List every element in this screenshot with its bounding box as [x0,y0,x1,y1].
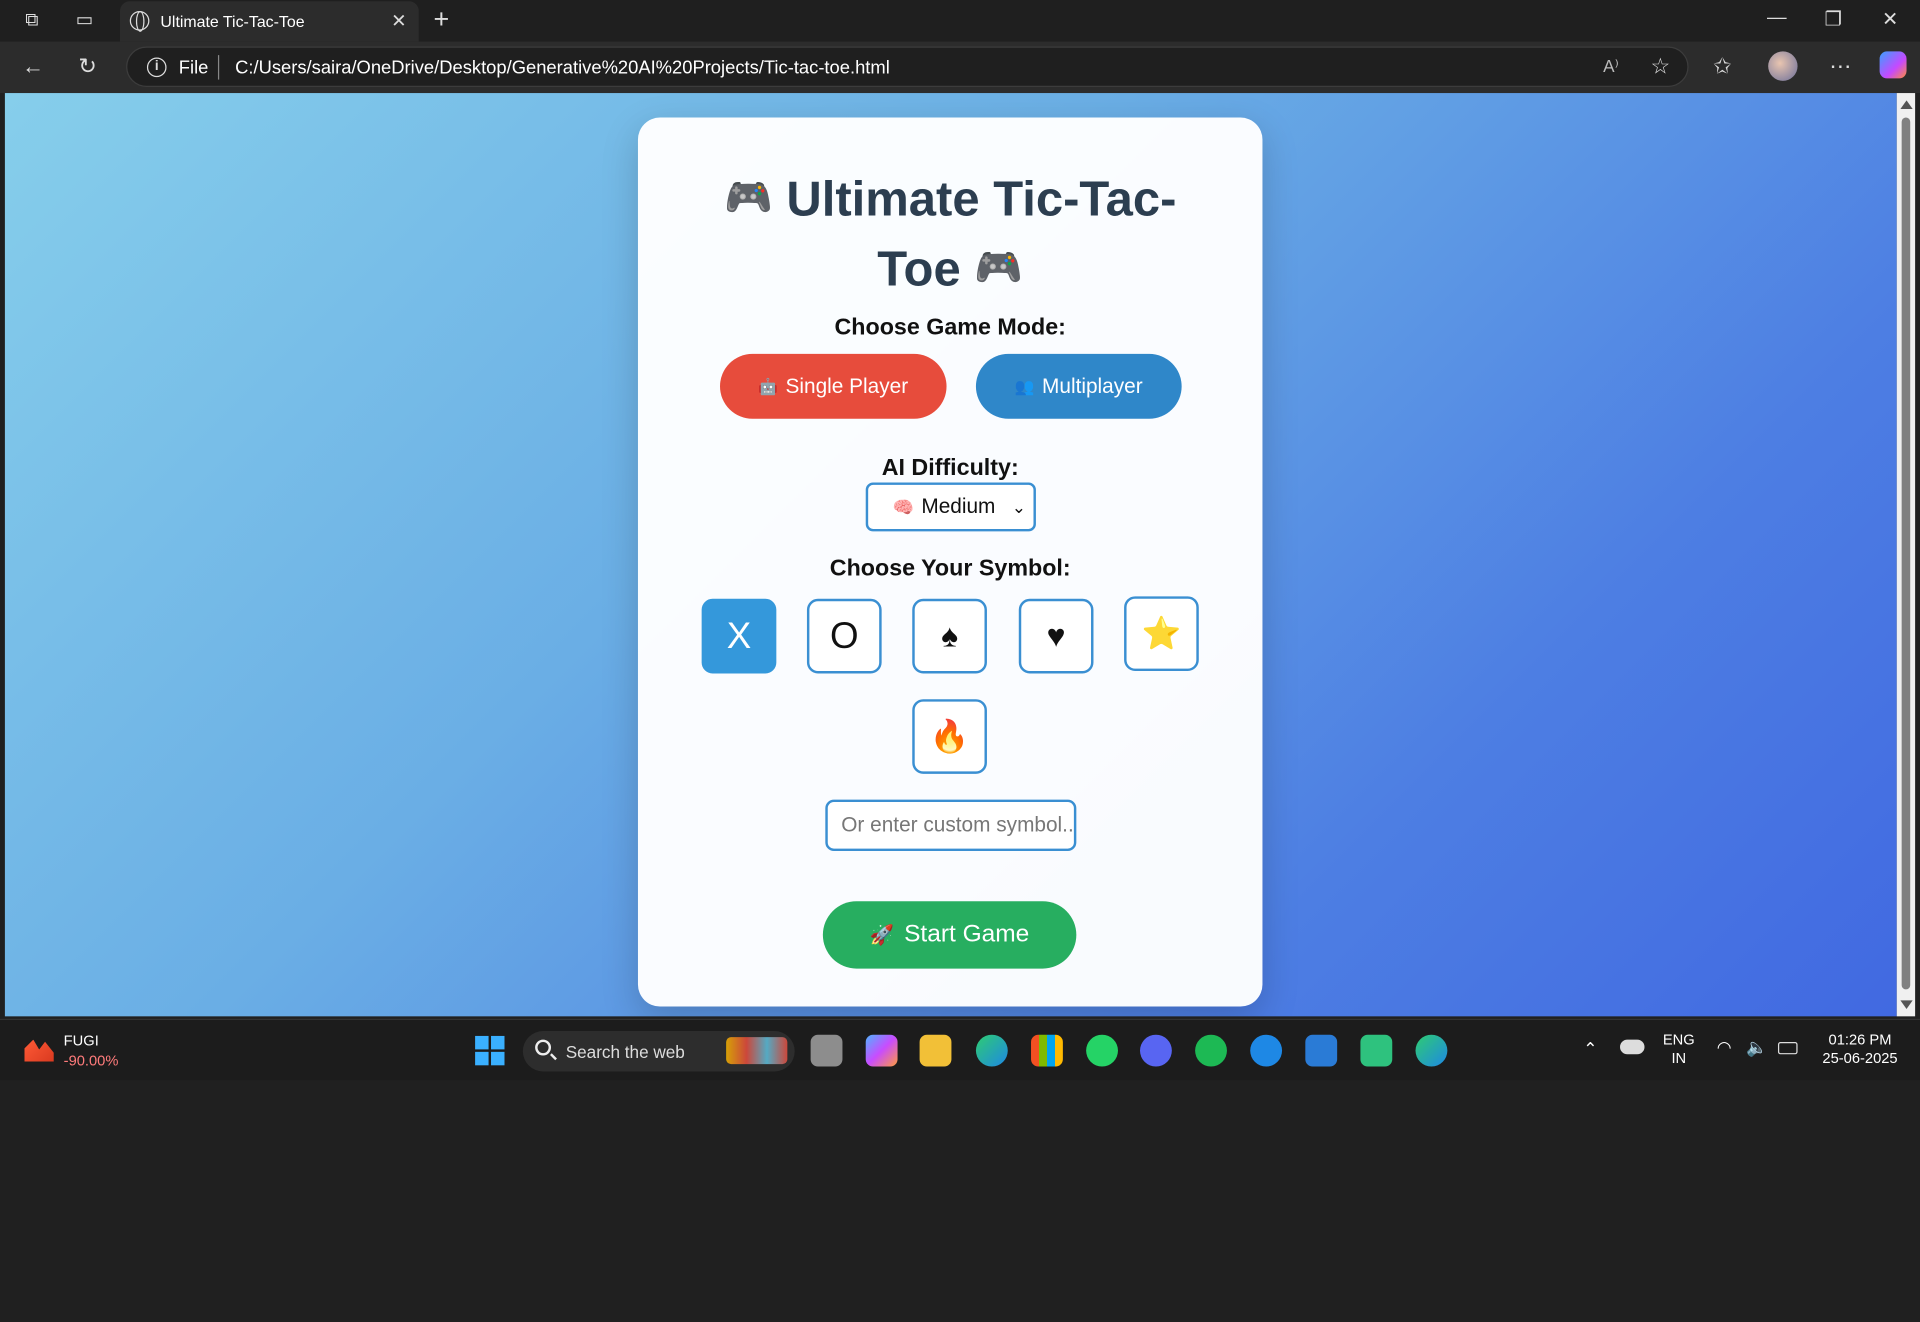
symbol-spade-button[interactable]: ♠ [912,598,987,674]
clock-time: 01:26 PM [1828,1031,1892,1049]
symbol-o-button[interactable]: O [806,598,882,674]
search-placeholder: Search the web [565,1042,685,1062]
symbol-label: Choose Your Symbol: [829,555,1071,582]
game-mode-label: Choose Game Mode: [834,314,1066,341]
gamepad-icon: 🎮 [723,175,773,220]
widget-title: FUGI [63,1032,99,1050]
onedrive-icon[interactable] [1620,1039,1645,1055]
taskbar-search[interactable]: Search the web [522,1031,795,1072]
brain-icon: 🧠 [892,497,915,517]
file-explorer-icon[interactable] [919,1034,952,1067]
whatsapp-icon[interactable] [1086,1034,1118,1067]
weather-widget[interactable]: FUGI -90.00% [24,1032,134,1074]
page-title: 🎮 Ultimate Tic-Tac- Toe 🎮 [638,164,1262,304]
search-highlight-icon [726,1037,788,1065]
favorites-icon[interactable]: ✩ [1713,54,1731,78]
scroll-up-icon[interactable] [1900,100,1913,109]
search-icon [535,1039,552,1056]
gamepad-icon: 🎮 [974,244,1024,289]
scroll-down-icon[interactable] [1900,1000,1913,1009]
help-icon[interactable] [1250,1034,1283,1067]
taskbar: FUGI -90.00% Search the web ⌃ ENG IN ◠ 🔈 [0,1018,1920,1081]
symbol-x-button[interactable]: X [701,598,777,674]
edge-active-icon[interactable] [1415,1034,1448,1067]
info-icon[interactable]: i [146,57,167,78]
widget-value: -90.00% [63,1051,119,1069]
language-code: ENG [1662,1031,1695,1049]
address-separator [217,55,220,80]
language-indicator[interactable]: ENG IN [1663,1031,1695,1068]
rocket-icon: 🚀 [869,925,895,947]
tab-tic-tac-toe[interactable]: Ultimate Tic-Tac-Toe ✕ [120,1,419,42]
chevron-up-icon[interactable]: ⌃ [1583,1039,1597,1058]
back-icon[interactable]: ← [22,54,44,78]
copilot-icon[interactable] [1879,51,1907,79]
page-viewport: 🎮 Ultimate Tic-Tac- Toe 🎮 Choose Game Mo… [4,93,1897,1017]
tab-bar: ⧉ ▭ Ultimate Tic-Tac-Toe ✕ + — ❐ ✕ [0,0,1920,42]
game-setup-card: 🎮 Ultimate Tic-Tac- Toe 🎮 Choose Game Mo… [637,117,1263,1007]
scroll-thumb[interactable] [1901,117,1911,990]
clock-date: 25-06-2025 [1822,1049,1898,1067]
address-bar[interactable]: i File C:/Users/saira/OneDrive/Desktop/G… [126,46,1689,87]
chevron-down-icon: ⌄ [1011,497,1027,517]
symbol-heart-button[interactable]: ♥ [1018,598,1094,674]
task-view-icon[interactable] [810,1034,843,1067]
workspaces-icon[interactable]: ⧉ [21,10,43,32]
start-game-button[interactable]: 🚀 Start Game [822,901,1077,969]
vscode-icon[interactable] [1305,1034,1338,1067]
new-tab-icon[interactable]: + [433,6,449,33]
battery-icon[interactable] [1777,1042,1798,1055]
refresh-icon[interactable]: ↻ [78,54,96,78]
title-line-2: Toe [877,242,961,297]
single-player-label: Single Player [785,374,909,398]
page-scrollbar[interactable] [1896,93,1916,1017]
minimize-icon[interactable]: — [1767,7,1787,29]
spotify-icon[interactable] [1195,1034,1227,1067]
ai-difficulty-label: AI Difficulty: [881,455,1019,482]
read-aloud-icon[interactable]: A⁾ [1603,56,1619,77]
multiplayer-button[interactable]: 👥 Multiplayer [975,353,1182,419]
title-line-1: Ultimate Tic-Tac- [786,172,1177,227]
close-tab-icon[interactable]: ✕ [391,10,406,32]
edge-icon[interactable] [975,1034,1008,1067]
navigation-bar: ← ↻ i File C:/Users/saira/OneDrive/Deskt… [0,41,1920,94]
symbol-fire-button[interactable]: 🔥 [912,699,987,774]
favorite-star-icon[interactable]: ☆ [1650,54,1670,80]
globe-icon [129,11,150,32]
region-code: IN [1671,1049,1687,1067]
url-text[interactable]: C:/Users/saira/OneDrive/Desktop/Generati… [235,58,890,79]
discord-icon[interactable] [1140,1034,1172,1067]
copilot-app-icon[interactable] [865,1034,898,1067]
xampp-icon[interactable] [1360,1034,1393,1067]
single-player-button[interactable]: 🤖 Single Player [720,353,947,419]
wifi-icon[interactable]: ◠ [1717,1038,1732,1056]
start-game-label: Start Game [904,920,1030,948]
tab-title: Ultimate Tic-Tac-Toe [160,12,305,31]
more-icon[interactable]: ⋯ [1829,54,1851,78]
browser-window: ⧉ ▭ Ultimate Tic-Tac-Toe ✕ + — ❐ ✕ ← ↻ i… [0,0,1920,1081]
volume-icon[interactable]: 🔈 [1746,1038,1767,1056]
symbol-star-button[interactable]: ⭐ [1124,596,1199,672]
avatar[interactable] [1768,51,1798,81]
clock[interactable]: 01:26 PM 25-06-2025 [1817,1031,1903,1068]
difficulty-select[interactable]: 🧠 Medium ⌄ [865,482,1036,532]
difficulty-value: Medium [921,494,996,518]
store-icon[interactable] [1031,1034,1063,1067]
custom-symbol-input[interactable]: Or enter custom symbol... [825,799,1077,852]
close-window-icon[interactable]: ✕ [1882,7,1898,31]
restore-icon[interactable]: ❐ [1825,7,1843,31]
address-prefix: File [178,57,209,79]
users-icon: 👥 [1014,377,1035,396]
stock-chart-icon [24,1039,54,1062]
tab-actions-icon[interactable]: ▭ [73,10,95,32]
robot-icon: 🤖 [758,377,779,396]
multiplayer-label: Multiplayer [1042,374,1143,398]
windows-start-icon[interactable] [475,1035,505,1066]
